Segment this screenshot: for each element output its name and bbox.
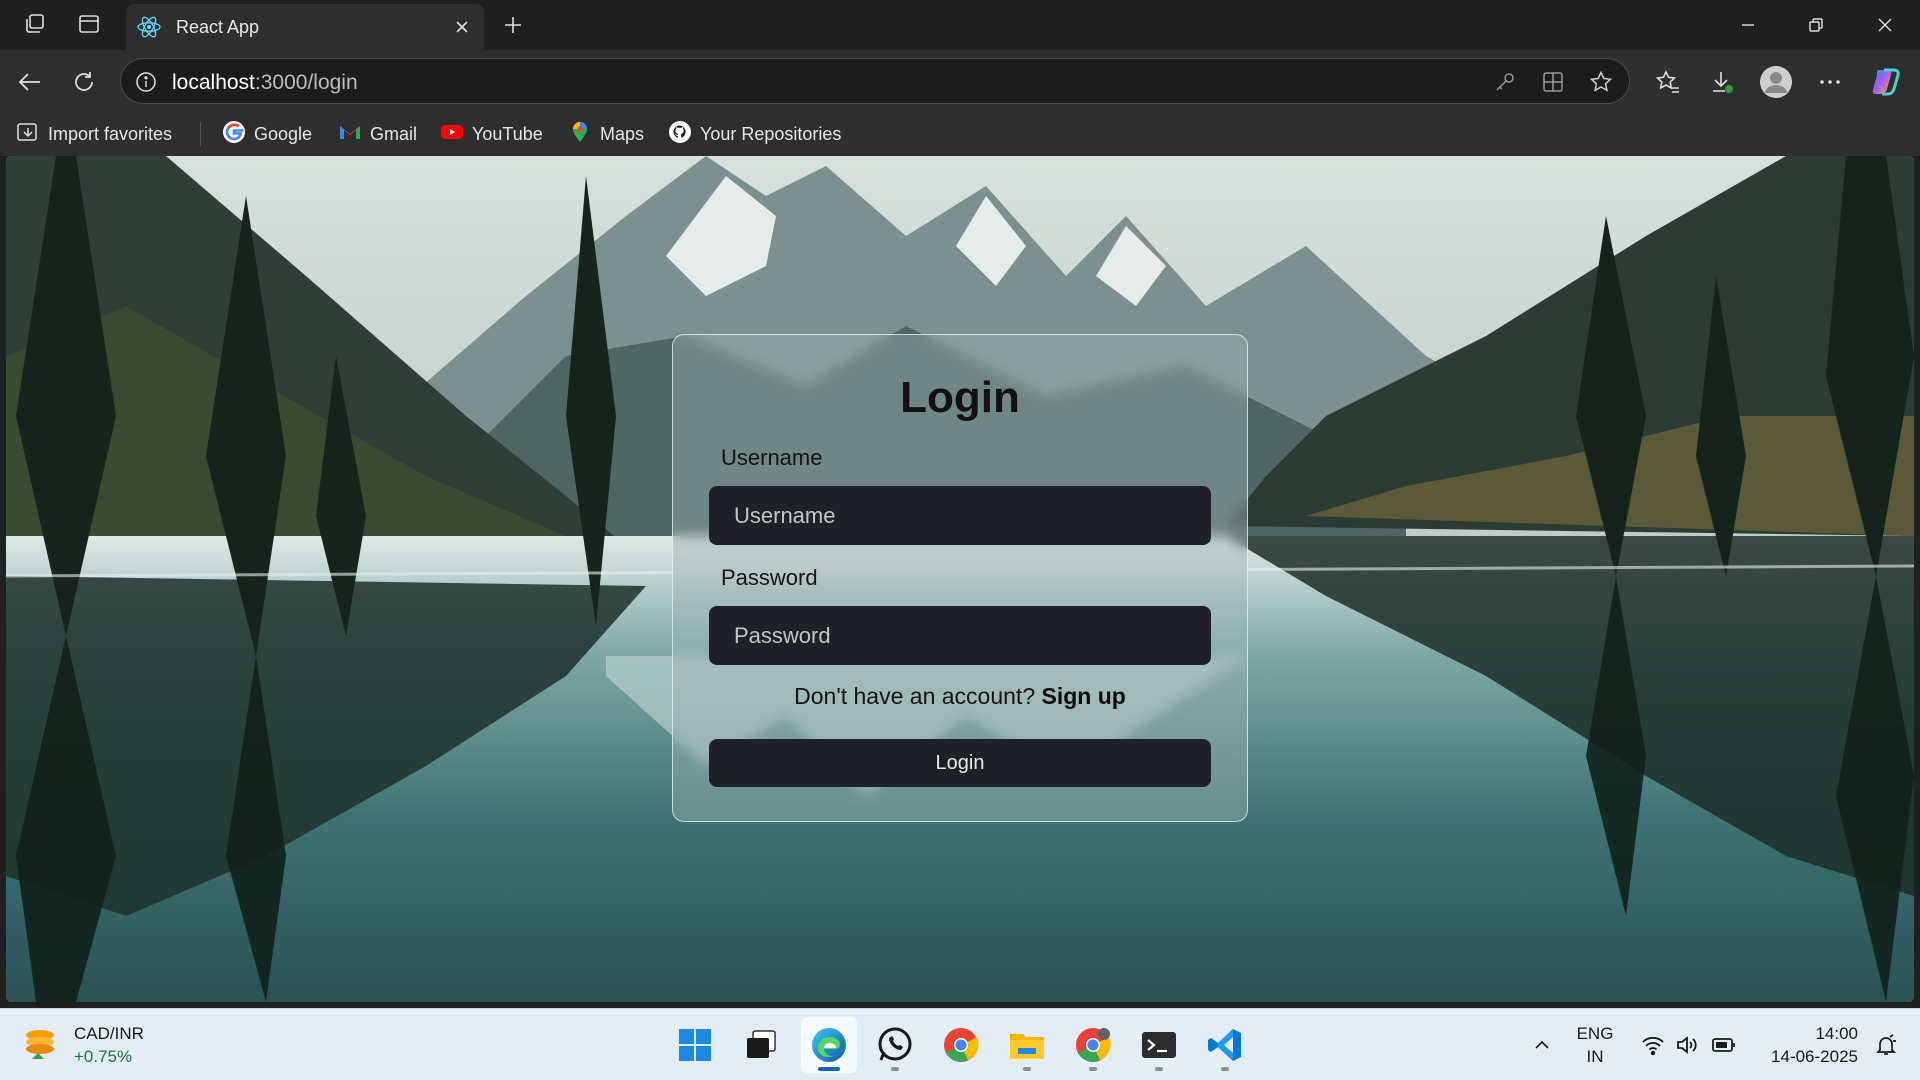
bookmark-maps[interactable]: Maps [568,118,644,150]
clock-date: 14-06-2025 [1771,1047,1858,1066]
signup-prompt-text: Don't have an account? [794,683,1036,709]
show-hidden-icons-button[interactable] [1524,1009,1560,1080]
bookmark-label: Your Repositories [700,123,842,144]
bookmark-label: Maps [600,123,645,144]
address-bar[interactable]: localhost:3000/login [120,58,1630,104]
chrome-profile-taskbar-icon[interactable] [1065,1017,1121,1073]
vscode-running-indicator [1221,1067,1229,1071]
restore-button[interactable] [1786,6,1846,44]
url-text[interactable]: localhost:3000/login [172,71,358,95]
bookmark-divider [200,122,201,146]
url-host: localhost [172,71,255,94]
language-region: IN [1586,1047,1604,1066]
currency-coins-icon [22,1023,62,1068]
signup-prompt-line: Don't have an account? Sign up [673,683,1247,710]
page-viewport: Login Username Password Don't have an ac… [6,156,1914,1002]
windows-taskbar: CAD/INR +0.75% ENG IN 14:00 14-06-2025 [0,1008,1920,1080]
tab-title: React App [176,17,260,37]
terminal-taskbar-icon[interactable] [1131,1017,1187,1073]
gmail-icon [338,120,362,149]
bookmark-youtube[interactable]: YouTube [440,118,543,150]
bookmark-label: Gmail [370,123,418,144]
youtube-icon [440,120,464,149]
bookmark-label: Import favorites [48,123,173,144]
bookmark-gmail[interactable]: Gmail [338,118,417,150]
bookmark-google[interactable]: Google [222,118,312,150]
edge-taskbar-icon[interactable] [801,1017,857,1073]
profile-avatar-icon[interactable] [1758,64,1794,100]
language-indicator[interactable]: ENG IN [1570,1009,1620,1080]
bookmark-import-favorites[interactable]: Import favorites [16,118,172,150]
minimize-button[interactable] [1718,6,1778,44]
bookmark-your-repositories[interactable]: Your Repositories [668,118,841,150]
battery-icon[interactable] [1706,1009,1742,1080]
bookmarks-bar: Import favorites Google Gmail YouTube Ma… [0,112,1920,156]
edge-active-indicator [818,1067,840,1071]
login-card: Login Username Password Don't have an ac… [672,334,1248,822]
currency-change: +0.75% [74,1047,133,1066]
login-title: Login [900,373,1020,422]
currency-widget[interactable]: CAD/INR +0.75% [22,1019,144,1071]
google-icon [222,120,246,149]
browser-title-bar: React App [0,0,1920,50]
close-tab-icon[interactable] [448,13,476,41]
volume-icon[interactable] [1670,1009,1704,1080]
refresh-button[interactable] [66,64,102,100]
notifications-icon[interactable] [1866,1009,1906,1080]
bookmark-label: YouTube [472,123,543,144]
key-icon[interactable] [1491,68,1519,96]
wifi-icon[interactable] [1636,1009,1670,1080]
vertical-tabs-icon[interactable] [72,9,106,39]
clock[interactable]: 14:00 14-06-2025 [1752,1009,1858,1080]
clock-time: 14:00 [1815,1024,1858,1043]
task-view-button[interactable] [733,1017,789,1073]
login-submit-button[interactable]: Login [709,739,1211,787]
close-window-button[interactable] [1855,6,1915,44]
language-code: ENG [1576,1024,1614,1043]
file-explorer-taskbar-icon[interactable] [999,1017,1055,1073]
currency-pair: CAD/INR [74,1024,144,1043]
explorer-running-indicator [1023,1067,1031,1071]
back-button[interactable] [12,64,48,100]
chrome-profile-running-indicator [1089,1067,1097,1071]
downloads-icon[interactable] [1704,64,1740,100]
maps-icon [568,120,592,149]
workspaces-icon[interactable] [18,9,52,39]
browser-toolbar: localhost:3000/login [0,50,1920,112]
import-favorites-icon [16,120,40,149]
password-label: Password [721,565,818,590]
bookmark-label: Google [254,123,313,144]
terminal-running-indicator [1155,1067,1163,1071]
signup-link[interactable]: Sign up [1042,683,1126,709]
vscode-taskbar-icon[interactable] [1197,1017,1253,1073]
password-input[interactable] [709,606,1211,665]
whatsapp-running-indicator [891,1067,899,1071]
username-label: Username [721,445,823,470]
more-options-icon[interactable] [1812,64,1848,100]
copilot-icon[interactable] [1868,64,1904,100]
whatsapp-taskbar-icon[interactable] [867,1017,923,1073]
favorites-icon[interactable] [1650,64,1686,100]
username-input[interactable] [709,486,1211,545]
react-logo-icon [136,14,162,40]
apps-icon[interactable] [1539,68,1567,96]
tab-react-app[interactable]: React App [126,4,484,50]
github-icon [668,120,692,149]
start-button[interactable] [667,1017,723,1073]
new-tab-button[interactable] [496,8,530,42]
url-path: :3000/login [254,71,358,94]
site-info-icon[interactable] [133,69,159,95]
chrome-taskbar-icon[interactable] [933,1017,989,1073]
favorite-star-icon[interactable] [1587,68,1615,96]
